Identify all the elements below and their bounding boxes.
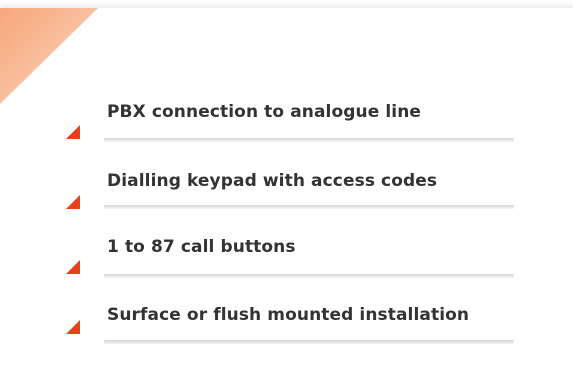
divider — [104, 205, 514, 209]
feature-item: PBX connection to analogue line — [0, 96, 573, 156]
triangle-bullet-icon — [66, 320, 80, 334]
triangle-bullet-icon — [66, 195, 80, 209]
divider — [104, 138, 514, 142]
feature-list: PBX connection to analogue line Dialling… — [0, 8, 573, 380]
feature-label: Surface or flush mounted installation — [107, 305, 470, 325]
divider — [104, 340, 514, 344]
feature-item: Dialling keypad with access codes — [0, 165, 573, 225]
feature-item: 1 to 87 call buttons — [0, 236, 573, 296]
feature-label: PBX connection to analogue line — [107, 102, 422, 122]
feature-label: 1 to 87 call buttons — [107, 237, 296, 257]
feature-panel: PBX connection to analogue line Dialling… — [0, 8, 573, 380]
feature-item: Surface or flush mounted installation — [0, 304, 573, 364]
divider — [104, 274, 514, 278]
triangle-bullet-icon — [66, 260, 80, 274]
triangle-bullet-icon — [66, 125, 80, 139]
feature-label: Dialling keypad with access codes — [107, 171, 438, 191]
